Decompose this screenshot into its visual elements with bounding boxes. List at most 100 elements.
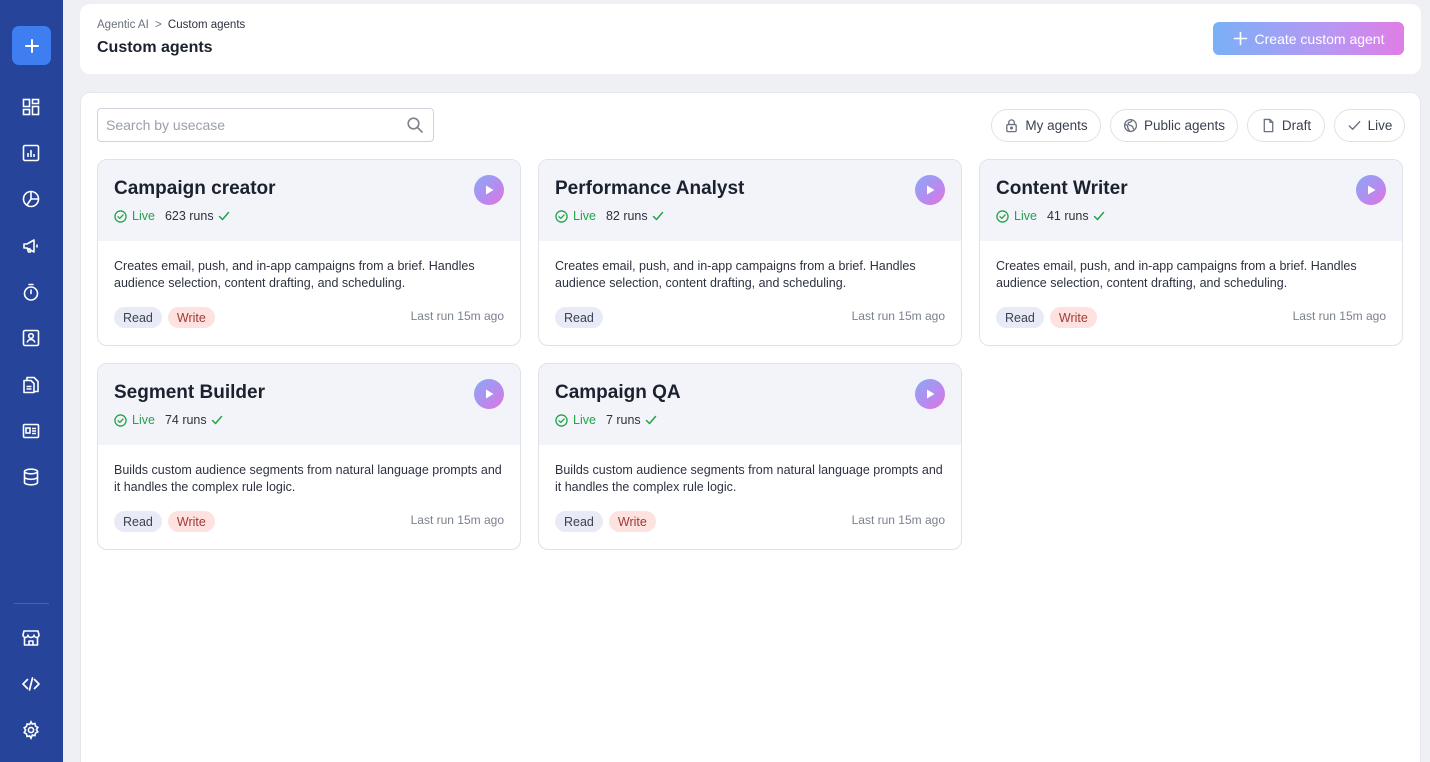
settings-gear-icon[interactable] (19, 718, 43, 742)
play-icon (924, 184, 936, 196)
agent-status: Live 82 runs (555, 209, 664, 223)
search-box (97, 108, 434, 142)
filter-my-agents-label: My agents (1025, 118, 1088, 133)
check-icon (211, 414, 223, 426)
agent-card[interactable]: Segment Builder Live 74 runs Builds cust… (97, 363, 521, 550)
read-tag: Read (555, 307, 603, 328)
write-tag: Write (608, 511, 656, 532)
live-status-icon (555, 413, 568, 427)
agent-status: Live 74 runs (114, 413, 223, 427)
run-count: 623 runs (164, 209, 214, 223)
filter-public-agents-label: Public agents (1143, 118, 1226, 133)
run-agent-button[interactable] (1356, 175, 1386, 205)
news-icon[interactable] (19, 419, 43, 443)
add-button[interactable] (12, 26, 51, 65)
megaphone-icon[interactable] (19, 234, 43, 258)
filter-live[interactable]: Live (1334, 109, 1405, 142)
write-tag: Write (1049, 307, 1097, 328)
stopwatch-icon[interactable] (19, 280, 43, 304)
contact-card-icon[interactable] (19, 326, 43, 350)
play-icon (924, 388, 936, 400)
agent-card[interactable]: Campaign creator Live 623 runs Creates e… (97, 159, 521, 346)
status-label: Live (132, 209, 155, 223)
check-icon (1093, 210, 1105, 222)
breadcrumb: Agentic AI > Custom agents (97, 19, 245, 31)
card-header (98, 160, 520, 241)
status-label: Live (132, 413, 155, 427)
status-label: Live (573, 209, 596, 223)
agent-name: Content Writer (996, 178, 1128, 199)
run-count: 7 runs (605, 413, 641, 427)
filter-my-agents[interactable]: My agents (991, 109, 1101, 142)
agent-status: Live 7 runs (555, 413, 657, 427)
filter-draft-label: Draft (1281, 118, 1312, 133)
check-icon (645, 414, 657, 426)
permission-tags: Read Write (114, 511, 215, 532)
read-tag: Read (114, 511, 162, 532)
plus-icon (1233, 31, 1248, 46)
search-icon[interactable] (406, 116, 424, 134)
page-header: Agentic AI > Custom agents Custom agents… (80, 4, 1421, 74)
card-header (539, 160, 961, 241)
documents-icon[interactable] (19, 373, 43, 397)
dashboard-grid-icon[interactable] (19, 95, 43, 119)
run-count: 41 runs (1046, 209, 1089, 223)
agents-panel: My agents Public agents Draft Live Campa… (80, 92, 1421, 762)
agent-description: Builds custom audience segments from nat… (114, 463, 502, 494)
agent-description: Creates email, push, and in-app campaign… (114, 259, 475, 290)
agent-card[interactable]: Campaign QA Live 7 runs Builds custom au… (538, 363, 962, 550)
permission-tags: Read (555, 307, 603, 328)
run-agent-button[interactable] (474, 379, 504, 409)
play-icon (483, 388, 495, 400)
storefront-icon[interactable] (19, 626, 43, 650)
agent-card[interactable]: Content Writer Live 41 runs Creates emai… (979, 159, 1403, 346)
filter-live-label: Live (1367, 118, 1393, 133)
check-icon (1347, 118, 1362, 133)
check-icon (652, 210, 664, 222)
read-tag: Read (996, 307, 1044, 328)
live-status-icon (114, 209, 127, 223)
create-custom-agent-button[interactable]: Create custom agent (1213, 22, 1404, 55)
permission-tags: Read Write (996, 307, 1097, 328)
status-label: Live (573, 413, 596, 427)
bar-chart-icon[interactable] (19, 141, 43, 165)
status-label: Live (1014, 209, 1037, 223)
lock-icon (1004, 118, 1019, 133)
sidebar-divider (14, 603, 49, 604)
write-tag: Write (167, 511, 215, 532)
agent-name: Performance Analyst (555, 178, 745, 199)
run-agent-button[interactable] (474, 175, 504, 205)
sidebar (0, 0, 63, 762)
database-icon[interactable] (19, 465, 43, 489)
agent-status: Live 623 runs (114, 209, 230, 223)
agent-description: Creates email, push, and in-app campaign… (555, 259, 916, 290)
agent-name: Campaign creator (114, 178, 276, 199)
breadcrumb-current: Custom agents (167, 19, 246, 31)
agent-name: Segment Builder (114, 382, 265, 403)
last-run-time: Last run 15m ago (410, 513, 504, 527)
create-custom-agent-label: Create custom agent (1254, 30, 1385, 47)
card-header (539, 364, 961, 445)
filter-draft[interactable]: Draft (1247, 109, 1325, 142)
agent-description: Creates email, push, and in-app campaign… (996, 259, 1357, 290)
agent-description: Builds custom audience segments from nat… (555, 463, 943, 494)
page-title: Custom agents (97, 39, 213, 56)
breadcrumb-parent[interactable]: Agentic AI (97, 19, 149, 31)
run-agent-button[interactable] (915, 379, 945, 409)
check-icon (218, 210, 230, 222)
permission-tags: Read Write (114, 307, 215, 328)
agent-card[interactable]: Performance Analyst Live 82 runs Creates… (538, 159, 962, 346)
run-count: 74 runs (164, 413, 207, 427)
plus-icon (23, 37, 41, 55)
pie-chart-icon[interactable] (19, 187, 43, 211)
last-run-time: Last run 15m ago (1292, 309, 1386, 323)
write-tag: Write (167, 307, 215, 328)
filter-public-agents[interactable]: Public agents (1110, 109, 1238, 142)
code-icon[interactable] (19, 672, 43, 696)
run-agent-button[interactable] (915, 175, 945, 205)
play-icon (1365, 184, 1377, 196)
search-input[interactable] (98, 109, 398, 141)
permission-tags: Read Write (555, 511, 656, 532)
card-header (98, 364, 520, 445)
live-status-icon (114, 413, 127, 427)
